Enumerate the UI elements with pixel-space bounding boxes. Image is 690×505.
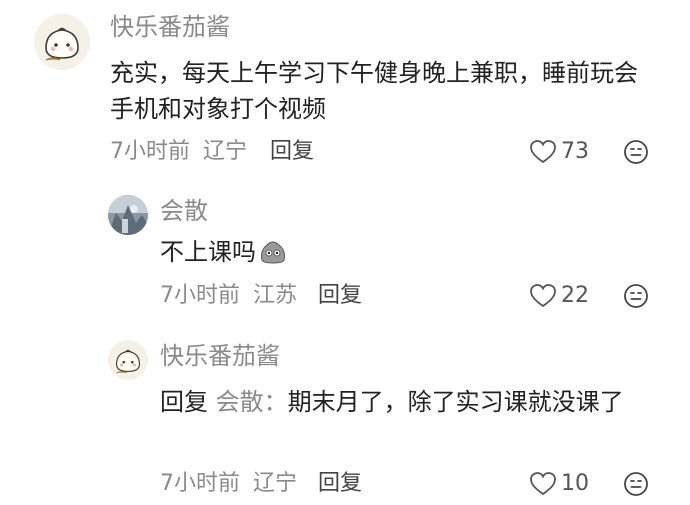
heart-outline-icon [530, 140, 556, 164]
emoji-reaction-button[interactable] [623, 471, 649, 501]
reply-button[interactable]: 回复 [318, 470, 362, 498]
heart-outline-icon [530, 284, 556, 308]
comment-text: 不上课吗 [160, 234, 640, 276]
comment-time: 7小时前 [110, 139, 190, 164]
comment-time: 7小时前 [160, 471, 240, 496]
steamed-bun-avatar-icon [108, 340, 148, 380]
comment-text-body: 期末月了，除了实习课就没课了 [287, 388, 624, 416]
neutral-face-icon [624, 472, 648, 496]
comment-text-body: 不上课吗 [160, 238, 256, 266]
comment-author-name[interactable]: 快乐番茄酱 [160, 341, 280, 371]
reply-colon: ： [263, 388, 288, 416]
steamed-bun-avatar-icon [34, 14, 90, 70]
emoji-reaction-button[interactable] [623, 283, 649, 313]
comment-text: 回复 会散：期末月了，除了实习课就没课了 [160, 384, 658, 420]
comment-time: 7小时前 [160, 283, 240, 308]
comment-location: 辽宁 [203, 139, 248, 164]
comment-text: 充实，每天上午学习下午健身晚上兼职，睡前玩会手机和对象打个视频 [110, 59, 638, 123]
avatar-kuaile-fanqiejiang[interactable] [108, 340, 148, 380]
neutral-face-icon [624, 140, 648, 164]
emoji-reaction-button[interactable] [623, 139, 649, 169]
neutral-face-icon [624, 284, 648, 308]
avatar-kuaile-fanqiejiang[interactable] [34, 14, 90, 70]
comment-location: 辽宁 [253, 471, 298, 496]
like-count: 10 [561, 471, 589, 496]
reply-button[interactable]: 回复 [270, 138, 314, 166]
comment-meta: 7小时前 辽宁 [160, 470, 297, 498]
like-count: 73 [561, 139, 589, 164]
gray-blob-emoji [258, 236, 288, 276]
like-count: 22 [561, 283, 589, 308]
photo-avatar-icon [108, 195, 148, 235]
comment-author-name[interactable]: 快乐番茄酱 [110, 12, 230, 42]
comment-meta: 7小时前 江苏 [160, 282, 297, 310]
heart-outline-icon [530, 472, 556, 496]
reply-to-username[interactable]: 会散 [216, 388, 264, 416]
reply-prefix: 回复 [160, 388, 208, 416]
comment-author-name[interactable]: 会散 [160, 196, 208, 226]
like-button[interactable]: 22 [529, 282, 589, 310]
avatar-huisan[interactable] [108, 195, 148, 235]
reply-button[interactable]: 回复 [318, 282, 362, 310]
like-button[interactable]: 10 [529, 470, 589, 498]
comment-location: 江苏 [253, 283, 298, 308]
comment-meta: 7小时前 辽宁 [110, 138, 247, 166]
like-button[interactable]: 73 [529, 138, 589, 166]
